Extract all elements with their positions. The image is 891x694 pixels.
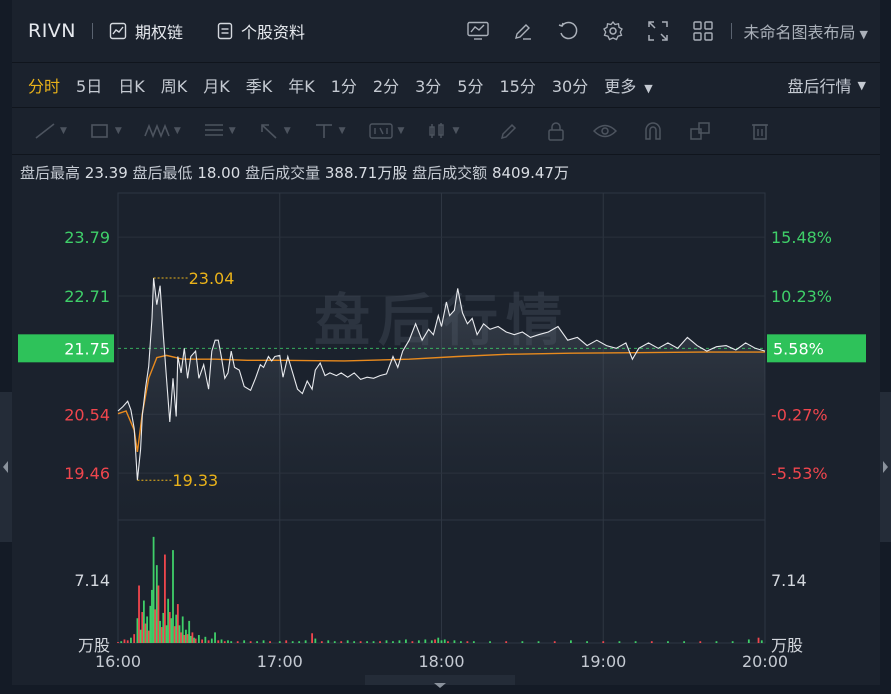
stock-symbol[interactable]: RIVN — [28, 20, 76, 42]
more-label: 更多 — [604, 77, 637, 96]
edit-icon[interactable] — [511, 19, 535, 43]
low-value: 18.00 — [197, 164, 241, 182]
after-hours-stats: 盘后最高 23.39 盘后最低 18.00 盘后成交量 388.71万股 盘后成… — [20, 162, 569, 183]
period-more-dropdown[interactable]: 更多 ▼ — [604, 73, 652, 97]
chart-header: RIVN 期权链 个股资料 未命名图表布局 ▼ — [12, 0, 880, 63]
period-tab-daily[interactable]: 日K — [118, 73, 145, 97]
period-tab-5min[interactable]: 5分 — [457, 73, 483, 97]
grid-icon[interactable] — [691, 19, 715, 43]
options-chain-button[interactable]: 期权链 — [109, 19, 183, 43]
caret-down-icon: ▼ — [644, 82, 653, 95]
text-tool-icon[interactable]: ▼ — [313, 122, 346, 140]
line-tool-icon[interactable]: ▼ — [34, 122, 67, 140]
layers-icon[interactable] — [689, 121, 711, 141]
right-collapse-tab[interactable] — [880, 392, 891, 542]
number-tool-icon[interactable]: ▼ — [368, 122, 404, 140]
fullscreen-icon[interactable] — [646, 19, 670, 43]
layout-dropdown[interactable]: 未命名图表布局 ▼ — [744, 19, 868, 43]
drawing-toolbar: ▼ ▼ ▼ ▼ ▼ ▼ ▼ ▼ — [12, 108, 880, 155]
high-label: 盘后最高 — [20, 164, 81, 182]
header-divider — [92, 23, 94, 39]
period-tab-30min[interactable]: 30分 — [552, 73, 588, 97]
period-tab-weekly[interactable]: 周K — [161, 73, 188, 97]
chart-panel: RIVN 期权链 个股资料 未命名图表布局 ▼ 分时 5日 日K 周K 月K 季K… — [12, 0, 880, 685]
arrow-tool-icon[interactable]: ▼ — [258, 122, 291, 140]
options-chain-label: 期权链 — [135, 23, 184, 42]
period-bar: 分时 5日 日K 周K 月K 季K 年K 1分 2分 3分 5分 15分 30分… — [12, 63, 880, 108]
volume-value: 388.71万股 — [324, 164, 408, 182]
trash-icon[interactable] — [751, 121, 769, 141]
caret-down-icon: ▼ — [857, 78, 866, 92]
volume-label: 盘后成交量 — [245, 164, 321, 182]
header-actions: 未命名图表布局 ▼ — [445, 0, 868, 62]
session-dropdown[interactable]: 盘后行情 ▼ — [788, 63, 866, 107]
fib-tool-icon[interactable]: ▼ — [203, 122, 236, 140]
amount-label: 盘后成交额 — [412, 164, 488, 182]
period-tab-2min[interactable]: 2分 — [373, 73, 399, 97]
high-value: 23.39 — [84, 164, 128, 182]
rect-tool-icon[interactable]: ▼ — [89, 122, 122, 140]
chart-icon — [109, 22, 127, 40]
period-tab-1min[interactable]: 1分 — [331, 73, 357, 97]
period-tab-yearly[interactable]: 年K — [288, 73, 315, 97]
amount-value: 8409.47万 — [491, 164, 569, 182]
period-tab-quarterly[interactable]: 季K — [246, 73, 273, 97]
refresh-icon[interactable] — [556, 19, 580, 43]
pen-icon[interactable] — [499, 121, 519, 141]
eye-icon[interactable] — [593, 122, 618, 140]
caret-down-icon: ▼ — [859, 28, 868, 41]
header-divider-right — [730, 23, 732, 39]
bottom-collapse-tab[interactable] — [365, 675, 515, 688]
session-label: 盘后行情 — [787, 77, 852, 96]
profile-label: 个股资料 — [241, 23, 306, 42]
lock-icon[interactable] — [547, 121, 565, 141]
period-tab-15min[interactable]: 15分 — [499, 73, 535, 97]
left-collapse-tab[interactable] — [0, 392, 12, 542]
profile-button[interactable]: 个股资料 — [217, 19, 305, 43]
layout-name: 未命名图表布局 — [743, 23, 856, 42]
candle-tool-icon[interactable]: ▼ — [426, 122, 459, 140]
period-tab-intraday[interactable]: 分时 — [28, 73, 60, 97]
period-tab-5day[interactable]: 5日 — [76, 73, 102, 97]
period-tab-monthly[interactable]: 月K — [203, 73, 230, 97]
wave-tool-icon[interactable]: ▼ — [144, 122, 181, 140]
period-tab-3min[interactable]: 3分 — [415, 73, 441, 97]
indicator-chart-icon[interactable] — [466, 19, 490, 43]
magnet-icon[interactable] — [643, 121, 663, 141]
gear-icon[interactable] — [601, 19, 625, 43]
low-label: 盘后最低 — [132, 164, 193, 182]
document-icon — [217, 22, 233, 40]
